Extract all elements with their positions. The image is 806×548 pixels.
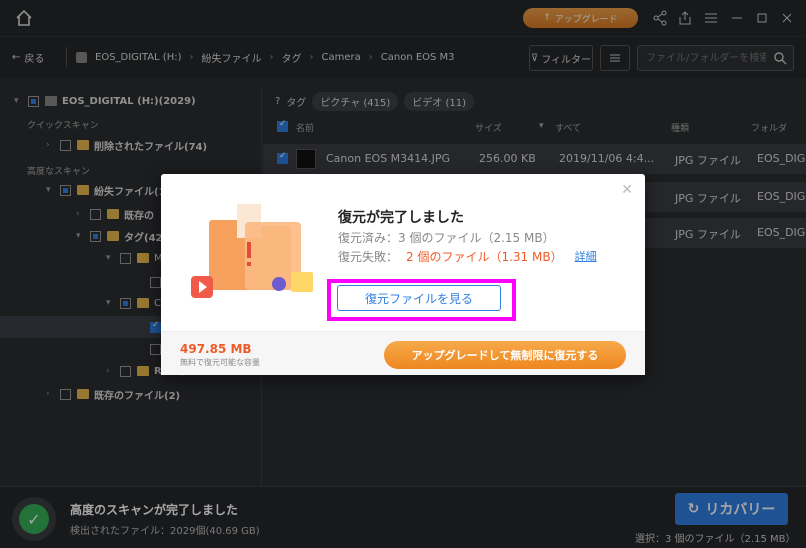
free-capacity-label: 無料で復元可能な容量 — [180, 358, 260, 367]
recovery-complete-dialog: ✕ 復元が完了しました 復元済み：3 個のファイル（2.15 MB） 復元失敗：… — [161, 174, 645, 375]
folder-illustration — [191, 204, 313, 298]
recovered-summary: 復元済み：3 個のファイル（2.15 MB） — [338, 231, 555, 245]
free-capacity-value: 497.85 MB — [180, 342, 252, 356]
failed-summary: 復元失敗： 2 個のファイル（1.31 MB） 詳細 — [338, 248, 597, 265]
details-link[interactable]: 詳細 — [575, 248, 597, 265]
dialog-title: 復元が完了しました — [338, 210, 464, 226]
close-icon[interactable]: ✕ — [621, 182, 633, 198]
dialog-footer: 497.85 MB 無料で復元可能な容量 アップグレードして無制限に復元する — [161, 331, 645, 375]
upgrade-unlimited-button[interactable]: アップグレードして無制限に復元する — [384, 341, 626, 369]
view-recovered-files-button[interactable]: 復元ファイルを見る — [337, 285, 501, 311]
